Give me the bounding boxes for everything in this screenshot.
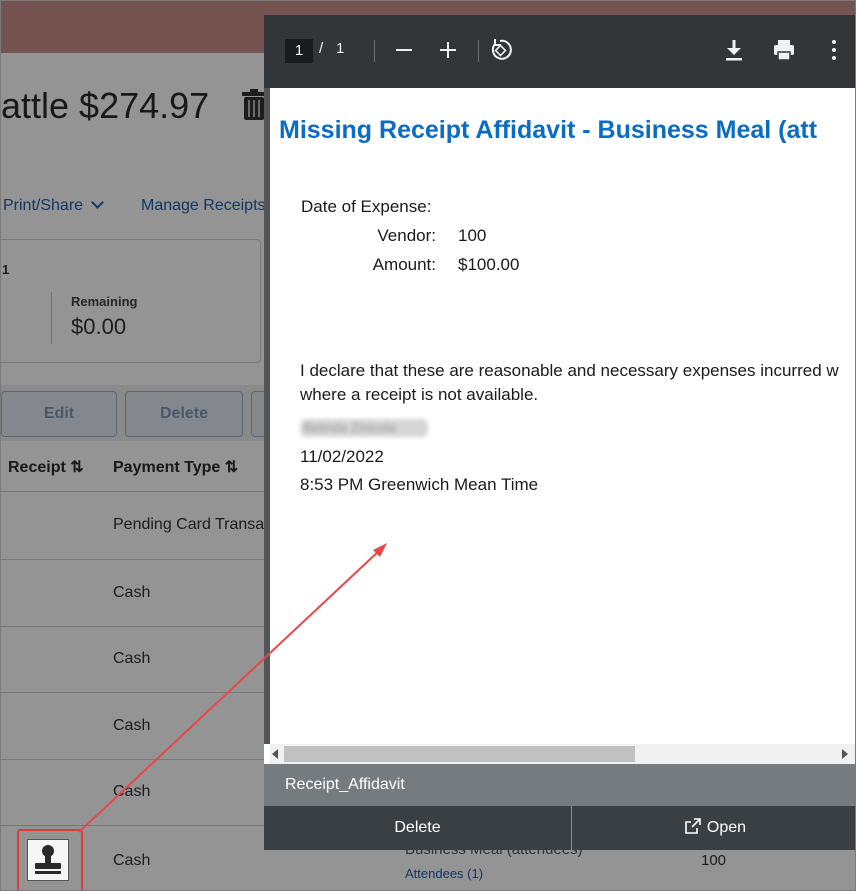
amount-label: Amount: xyxy=(372,255,436,274)
page-separator: / xyxy=(319,40,324,57)
amount-value: $100.00 xyxy=(458,255,520,274)
signer-name: Belinda Zinicola xyxy=(304,420,396,435)
receipt-viewer: 1 / 1 Missing Receipt Affidavit - Busine… xyxy=(264,15,855,850)
signature-date: 11/02/2022 xyxy=(300,447,384,466)
open-label: Open xyxy=(706,819,747,836)
pdf-page: Missing Receipt Affidavit - Business Mea… xyxy=(270,88,855,744)
vendor-label: Vendor: xyxy=(377,226,436,245)
highlight-box xyxy=(17,829,83,890)
signer-name-blurred: Belinda Zinicola xyxy=(300,419,428,437)
toolbar-divider xyxy=(478,40,479,62)
delete-receipt-button[interactable]: Delete xyxy=(264,806,571,850)
open-receipt-button[interactable]: Open xyxy=(572,806,855,850)
file-name: Receipt_Affidavit xyxy=(285,776,405,793)
declaration-line: I declare that these are reasonable and … xyxy=(300,361,839,380)
horizontal-scrollbar[interactable] xyxy=(270,744,855,764)
zoom-out-icon[interactable] xyxy=(388,33,420,67)
vendor-value: 100 xyxy=(458,226,487,245)
print-icon[interactable] xyxy=(768,33,800,67)
rotate-icon[interactable] xyxy=(484,33,516,67)
zoom-in-icon[interactable] xyxy=(432,33,464,67)
scrollbar-thumb[interactable] xyxy=(284,746,635,762)
external-link-icon xyxy=(685,818,701,834)
declaration-line: where a receipt is not available. xyxy=(300,385,539,404)
document-title: Missing Receipt Affidavit - Business Mea… xyxy=(279,116,818,144)
viewer-actions: Delete Open xyxy=(264,806,855,850)
page-total: 1 xyxy=(336,40,345,57)
more-icon[interactable] xyxy=(818,33,850,67)
scroll-right-icon[interactable] xyxy=(842,749,848,759)
download-icon[interactable] xyxy=(718,33,750,67)
toolbar-divider xyxy=(374,40,375,62)
page-number-input[interactable]: 1 xyxy=(285,39,313,63)
file-name-bar: Receipt_Affidavit xyxy=(264,764,855,806)
scroll-left-icon[interactable] xyxy=(272,749,278,759)
signature-time: 8:53 PM Greenwich Mean Time xyxy=(300,475,539,494)
pdf-page-area[interactable]: Missing Receipt Affidavit - Business Mea… xyxy=(264,88,855,744)
date-of-expense-label: Date of Expense: xyxy=(301,197,432,216)
pdf-toolbar: 1 / 1 xyxy=(264,15,855,88)
screenshot-frame: attle $274.97 Print/Share Manage Receipt… xyxy=(0,0,856,891)
